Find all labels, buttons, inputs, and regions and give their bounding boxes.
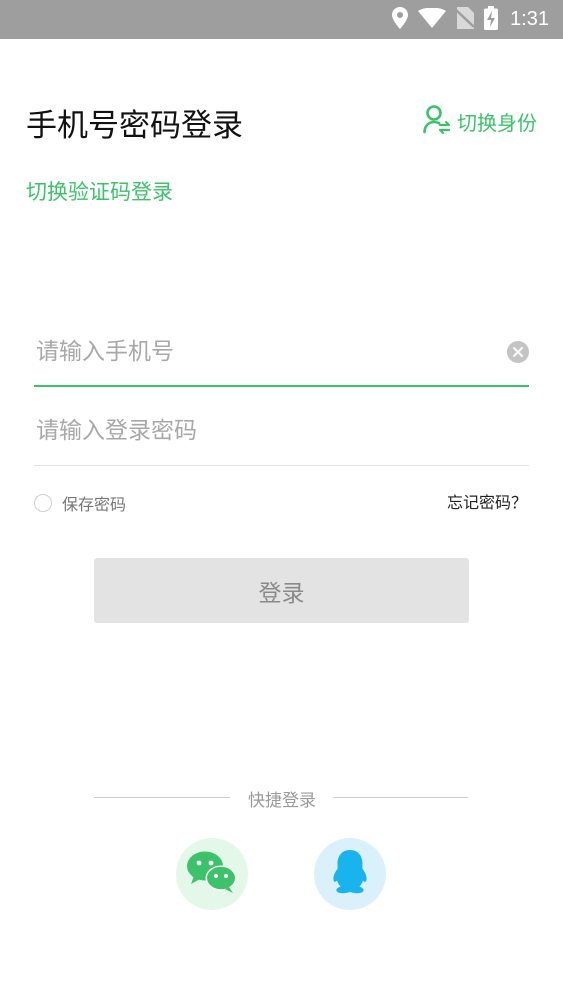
wechat-icon bbox=[186, 850, 238, 898]
phone-underline bbox=[34, 385, 529, 387]
quick-login-label: 快捷登录 bbox=[248, 791, 316, 811]
battery-charging-icon bbox=[484, 5, 499, 34]
page-title: 手机号密码登录 bbox=[26, 108, 243, 144]
divider-right bbox=[333, 797, 468, 798]
wifi-icon bbox=[418, 7, 447, 32]
user-switch-icon bbox=[423, 104, 451, 139]
location-icon bbox=[392, 6, 409, 33]
phone-input[interactable] bbox=[34, 317, 496, 387]
divider-left bbox=[94, 797, 230, 798]
password-input[interactable] bbox=[34, 396, 496, 466]
switch-identity-label: 切换身份 bbox=[457, 110, 537, 135]
phone-field bbox=[34, 317, 529, 387]
password-underline bbox=[34, 465, 529, 466]
login-button[interactable]: 登录 bbox=[94, 558, 469, 623]
wechat-login-button[interactable] bbox=[176, 838, 248, 910]
save-password-checkbox[interactable] bbox=[34, 494, 52, 512]
clear-icon[interactable] bbox=[507, 341, 529, 363]
save-password-row[interactable]: 保存密码 bbox=[34, 490, 126, 516]
forgot-password-link[interactable]: 忘记密码？ bbox=[447, 490, 527, 516]
password-field bbox=[34, 396, 529, 466]
clock-time: 1:31 bbox=[510, 8, 549, 30]
status-bar: 1:31 bbox=[0, 0, 563, 39]
save-password-label: 保存密码 bbox=[62, 495, 127, 514]
status-icons: 1:31 bbox=[392, 0, 549, 39]
no-sim-icon bbox=[455, 6, 475, 33]
switch-code-login-link[interactable]: 切换验证码登录 bbox=[26, 176, 173, 206]
qq-icon bbox=[330, 848, 370, 900]
qq-login-button[interactable] bbox=[314, 838, 386, 910]
switch-identity-button[interactable]: 切换身份 bbox=[423, 104, 537, 138]
